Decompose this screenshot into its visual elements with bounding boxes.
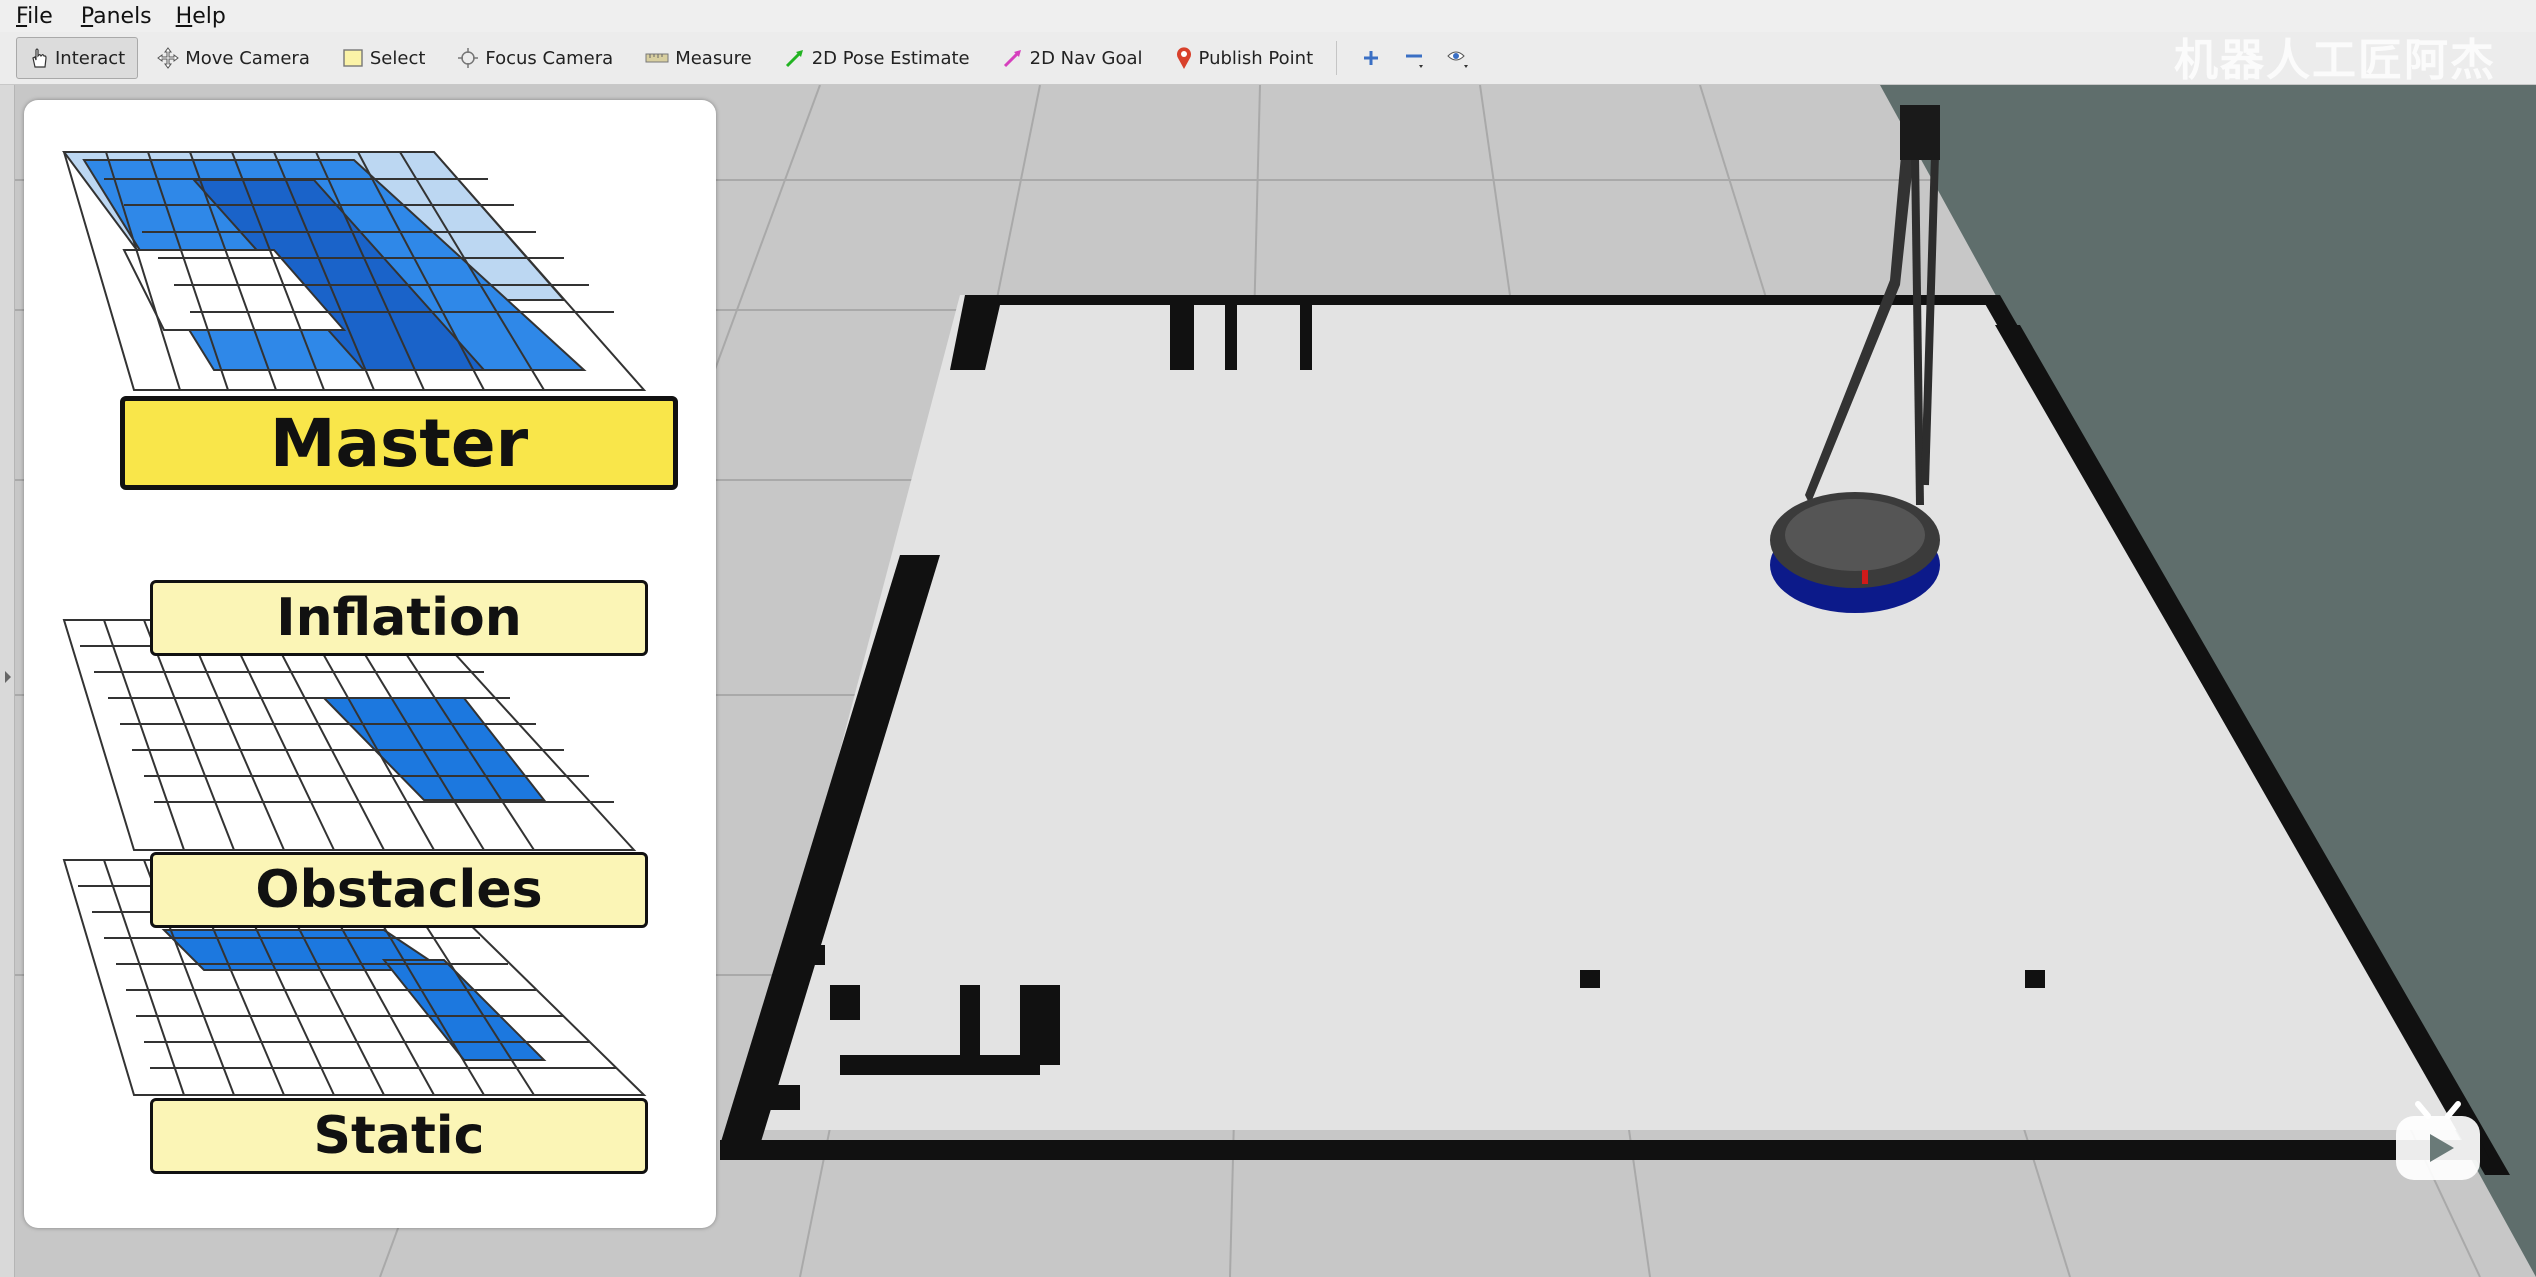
tool-label: 2D Nav Goal bbox=[1029, 47, 1143, 69]
tool-label: Measure bbox=[675, 47, 752, 69]
map-pin-icon bbox=[1176, 47, 1191, 69]
tool-label: Publish Point bbox=[1198, 47, 1314, 69]
pink-arrow-icon bbox=[1003, 50, 1021, 68]
tool-label: Focus Camera bbox=[485, 47, 614, 69]
channel-watermark: 机器人工匠阿杰 bbox=[2174, 35, 2496, 86]
menu-file[interactable]: File bbox=[16, 4, 53, 29]
green-arrow-icon bbox=[785, 50, 803, 68]
add-tool-button[interactable] bbox=[1351, 38, 1391, 78]
hand-pointer-icon bbox=[32, 48, 47, 68]
menu-help[interactable]: Help bbox=[176, 4, 226, 29]
minus-icon bbox=[1406, 54, 1424, 68]
toolbar-separator bbox=[1336, 41, 1338, 75]
play-button-icon[interactable] bbox=[2392, 1100, 2484, 1184]
eye-icon bbox=[1447, 51, 1469, 68]
plus-icon bbox=[1364, 51, 1379, 65]
ruler-icon bbox=[645, 53, 669, 63]
remove-tool-button[interactable] bbox=[1395, 38, 1435, 78]
tool-interact[interactable]: Interact bbox=[16, 37, 139, 79]
select-box-icon bbox=[343, 49, 363, 67]
tool-label: Move Camera bbox=[185, 47, 310, 69]
view-options-button[interactable] bbox=[1439, 38, 1479, 78]
move-camera-icon bbox=[157, 47, 180, 69]
tool-2d-pose-estimate[interactable]: 2D Pose Estimate bbox=[771, 37, 983, 79]
tool-label: 2D Pose Estimate bbox=[811, 47, 970, 69]
layered-costmap-diagram bbox=[62, 151, 647, 1096]
tool-measure[interactable]: Measure bbox=[632, 37, 765, 79]
inflation-layer-label: Inflation bbox=[150, 580, 648, 656]
tool-label: Select bbox=[369, 47, 426, 69]
tool-move-camera[interactable]: Move Camera bbox=[144, 37, 323, 79]
tool-select[interactable]: Select bbox=[329, 37, 439, 79]
menu-bar: File Panels Help bbox=[0, 0, 2536, 32]
master-grid bbox=[62, 151, 647, 391]
obstacles-layer-label: Obstacles bbox=[150, 852, 648, 928]
tool-publish-point[interactable]: Publish Point bbox=[1162, 37, 1327, 79]
tool-2d-nav-goal[interactable]: 2D Nav Goal bbox=[989, 37, 1156, 79]
tool-bar: Interact Move Camera Select Focus Camera… bbox=[0, 32, 2536, 85]
master-layer-label: Master bbox=[120, 396, 678, 490]
expand-arrow-icon bbox=[5, 671, 11, 683]
menu-panels[interactable]: Panels bbox=[81, 4, 152, 29]
focus-camera-icon bbox=[458, 48, 479, 68]
tool-focus-camera[interactable]: Focus Camera bbox=[444, 37, 626, 79]
collapsed-side-panel[interactable] bbox=[0, 85, 15, 1277]
costmap-layers-overlay: Master Inflation Obstacles Static bbox=[24, 100, 716, 1228]
static-layer-label: Static bbox=[150, 1098, 648, 1174]
tool-label: Interact bbox=[55, 47, 126, 69]
